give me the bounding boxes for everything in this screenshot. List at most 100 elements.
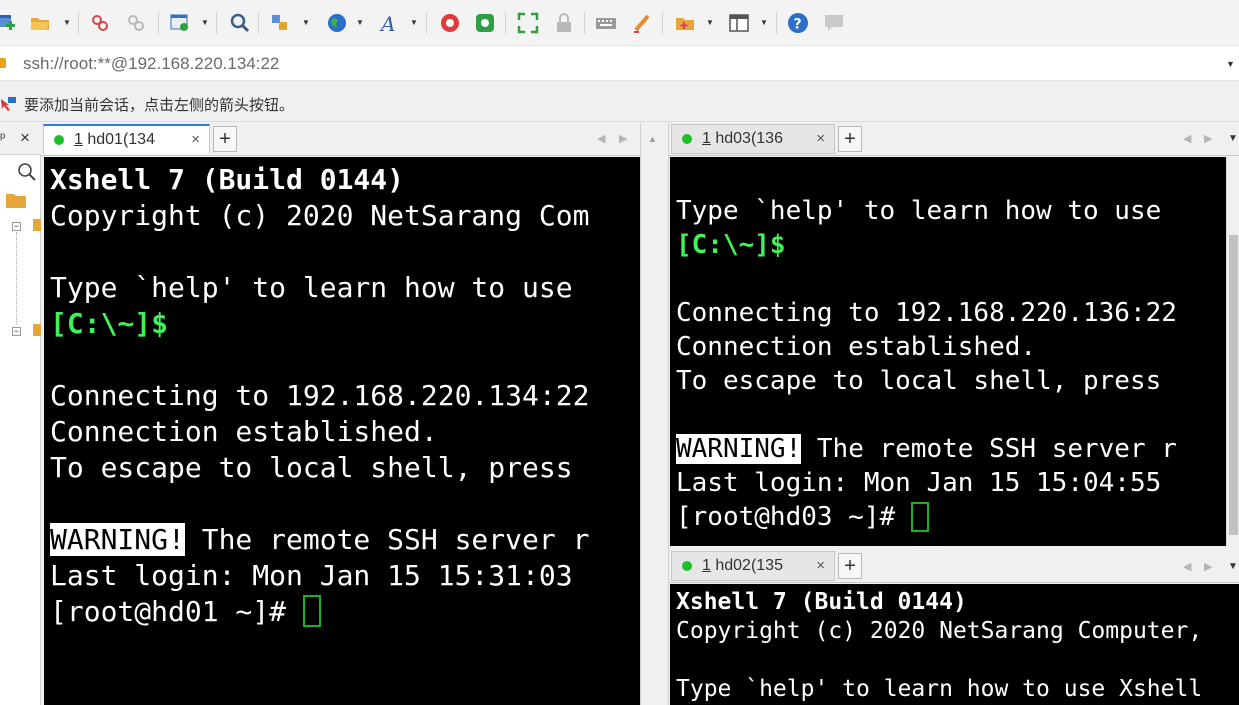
open-folder-icon[interactable] [28, 11, 52, 35]
toolbar-separator [662, 12, 663, 34]
tab-hd03[interactable]: 1 hd03(136 × [671, 124, 835, 154]
chat-icon[interactable] [822, 11, 846, 35]
address-bar[interactable]: ssh://root:**@192.168.220.134:22 ▼ [0, 46, 1239, 81]
globe-dropdown-icon[interactable]: ▼ [356, 19, 364, 27]
terminal-line: Type `help' to learn how to use [676, 196, 1162, 226]
help-icon[interactable]: ? [786, 11, 810, 35]
tab-close-icon[interactable]: × [191, 131, 200, 148]
terminal-scrollbar[interactable] [1226, 157, 1239, 546]
terminal-line: Xshell 7 (Build 0144) [50, 163, 405, 196]
new-tab-button[interactable]: + [838, 553, 862, 579]
right-top-tab-bar: 1 hd03(136 × + ◀ ▶ ▼ [669, 123, 1239, 156]
new-tab-folder-icon[interactable] [673, 11, 697, 35]
new-tab-button[interactable]: + [213, 126, 237, 152]
terminal-line: Type `help' to learn how to use Xshell [676, 676, 1203, 702]
tree-collapse-icon[interactable]: − [12, 222, 21, 231]
sidebar-header: ᵖ × [0, 123, 41, 155]
terminal-shell-line: [root@hd01 ~]# [50, 595, 321, 628]
new-session-icon[interactable] [0, 11, 18, 35]
font-icon[interactable]: A [378, 11, 402, 35]
properties-dropdown-icon[interactable]: ▼ [201, 19, 209, 27]
reconnect-icon[interactable] [124, 11, 148, 35]
tab-scroll-left-icon[interactable]: ◀ [1183, 560, 1191, 573]
tab-list-dropdown-icon[interactable]: ▼ [1228, 133, 1238, 144]
tab-scroll-right-icon[interactable]: ▶ [1204, 132, 1212, 145]
session-manager-sidebar: ᵖ × − − [0, 123, 41, 705]
terminal-warning-line: WARNING! The remote SSH server r [676, 434, 1177, 464]
shell-prompt: [root@hd03 ~]# [676, 502, 911, 532]
tab-hd02[interactable]: 1 hd02(135 × [671, 551, 835, 581]
tab-close-icon[interactable]: × [816, 130, 825, 147]
terminal-line: Last login: Mon Jan 15 15:04:55 [676, 468, 1162, 498]
session-hint-bar: 要添加当前会话，点击左侧的箭头按钮。 [0, 82, 1239, 122]
pin-icon[interactable]: ᵖ [0, 130, 5, 144]
disconnect-icon[interactable] [88, 11, 112, 35]
tab-scroll-right-icon[interactable]: ▶ [1204, 560, 1212, 573]
toolbar-separator [584, 12, 585, 34]
tab-close-icon[interactable]: × [816, 557, 825, 574]
globe-icon[interactable] [325, 11, 349, 35]
terminal-line: To escape to local shell, press [676, 366, 1162, 396]
transfer-icon[interactable] [268, 11, 292, 35]
tab-list-dropdown-icon[interactable]: ▼ [1228, 561, 1238, 572]
new-tab-button[interactable]: + [838, 126, 862, 152]
add-session-arrow-icon[interactable] [0, 94, 17, 111]
tree-line [16, 232, 17, 324]
terminal-shell-line: [root@hd03 ~]# [676, 502, 929, 532]
terminal-cursor [302, 595, 321, 627]
tab-label: 1 hd03(136 [702, 130, 783, 147]
find-icon[interactable] [228, 11, 252, 35]
connected-status-icon [682, 134, 692, 144]
properties-icon[interactable] [168, 11, 192, 35]
layout-icon[interactable] [727, 11, 751, 35]
pane-splitter[interactable]: ▲ [640, 123, 669, 705]
toolbar-separator [505, 12, 506, 34]
xftp-icon[interactable] [438, 11, 462, 35]
folder-icon [33, 324, 41, 336]
address-input[interactable]: ssh://root:**@192.168.220.134:22 [23, 54, 279, 74]
toolbar-separator [776, 12, 777, 34]
scrollbar-thumb[interactable] [1229, 235, 1238, 535]
address-dropdown-icon[interactable]: ▼ [1226, 59, 1235, 69]
terminal-line: Xshell 7 (Build 0144) [676, 589, 967, 615]
toolbar-separator [426, 12, 427, 34]
tab-hd01[interactable]: 1 hd01(134 × [43, 124, 210, 154]
tab-scroll-left-icon[interactable]: ◀ [597, 132, 605, 145]
transfer-dropdown-icon[interactable]: ▼ [302, 19, 310, 27]
tab-scroll-left-icon[interactable]: ◀ [1183, 132, 1191, 145]
warning-highlight: WARNING! [676, 434, 802, 464]
all-sessions-folder-icon[interactable] [4, 190, 32, 210]
new-tab-dropdown-icon[interactable]: ▼ [706, 19, 714, 27]
terminal-line: Connection established. [50, 415, 438, 448]
lock-icon [0, 58, 6, 68]
terminal-line: Type `help' to learn how to use [50, 271, 573, 304]
toolbar-separator [216, 12, 217, 34]
terminal-hd02[interactable]: Xshell 7 (Build 0144) Copyright (c) 2020… [670, 584, 1239, 705]
fullscreen-icon[interactable] [516, 11, 540, 35]
font-dropdown-icon[interactable]: ▼ [410, 19, 418, 27]
main-toolbar: ▼ ▼ ▼ ▼ A ▼ ▼ ▼ ? [0, 0, 1239, 46]
xmanager-icon[interactable] [473, 11, 497, 35]
lock-icon[interactable] [552, 11, 576, 35]
left-tab-bar: 1 hd01(134 × + ◀ ▶ ▼ [41, 123, 668, 156]
open-dropdown-icon[interactable]: ▼ [63, 19, 71, 27]
tab-label: 1 hd02(135 [702, 557, 783, 574]
hint-text: 要添加当前会话，点击左侧的箭头按钮。 [24, 96, 295, 114]
terminal-hd01[interactable]: Xshell 7 (Build 0144) Copyright (c) 2020… [44, 157, 640, 705]
keyboard-icon[interactable] [594, 11, 618, 35]
highlight-icon[interactable] [630, 11, 654, 35]
terminal-line: Copyright (c) 2020 NetSarang Computer, [676, 618, 1203, 644]
search-icon[interactable] [16, 161, 38, 183]
scroll-up-icon[interactable]: ▲ [648, 134, 657, 144]
tab-scroll-right-icon[interactable]: ▶ [619, 132, 627, 145]
tree-collapse-icon[interactable]: − [12, 327, 21, 336]
connected-status-icon [682, 561, 692, 571]
terminal-line: Connecting to 192.168.220.136:22 [676, 298, 1177, 328]
layout-dropdown-icon[interactable]: ▼ [760, 19, 768, 27]
terminal-prompt: [C:\~]$ [50, 307, 169, 340]
folder-icon [33, 219, 41, 231]
sidebar-close-icon[interactable]: × [20, 129, 30, 146]
terminal-line: Connecting to 192.168.220.134:22 [50, 379, 590, 412]
terminal-line: Last login: Mon Jan 15 15:31:03 [50, 559, 573, 592]
terminal-hd03[interactable]: Type `help' to learn how to use [C:\~]$ … [670, 157, 1226, 546]
